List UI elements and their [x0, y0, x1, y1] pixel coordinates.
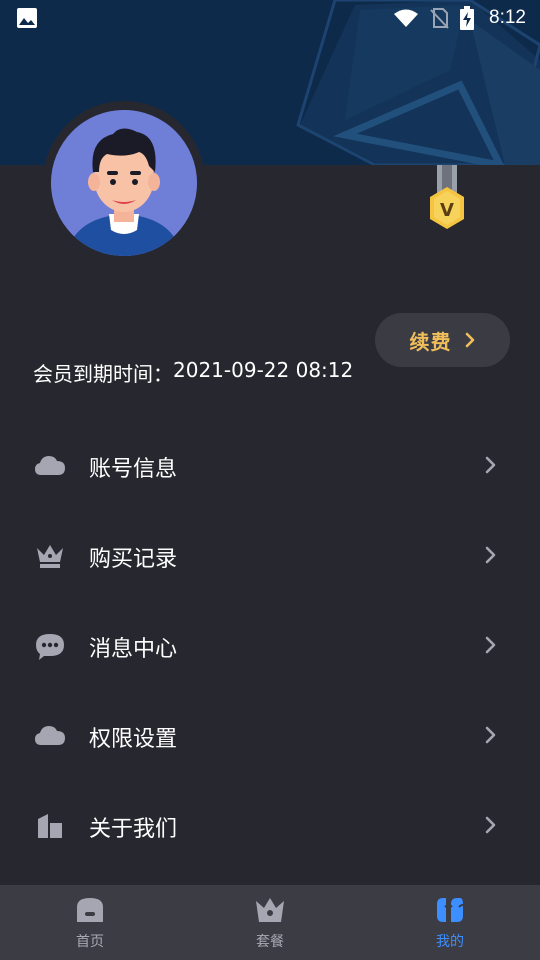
home-icon — [77, 898, 103, 922]
expiry-value: 2021-09-22 08:12 — [173, 358, 354, 382]
chevron-right-icon — [485, 816, 496, 834]
menu-item-account-info[interactable]: 账号信息 — [0, 420, 540, 510]
vip-badge-letter: V — [440, 200, 454, 221]
crown-icon — [256, 898, 284, 922]
crown-icon — [37, 545, 63, 568]
menu-item-about-us[interactable]: 关于我们 — [0, 780, 540, 870]
avatar[interactable] — [51, 110, 197, 256]
tab-packages[interactable]: 套餐 — [180, 885, 360, 960]
expiry-label: 会员到期时间： — [33, 362, 173, 386]
tab-label: 套餐 — [256, 934, 284, 950]
book-icon — [38, 814, 62, 838]
menu-item-label: 关于我们 — [89, 817, 178, 842]
renew-label: 续费 — [409, 329, 452, 354]
settings-menu: 账号信息 购买记录 消息中心 权限设置 关于我们 — [0, 420, 540, 870]
chevron-right-icon — [485, 456, 496, 474]
renew-button[interactable]: 续费 — [375, 313, 510, 367]
chevron-right-icon — [485, 726, 496, 744]
membership-expiry: 会员到期时间： 2021-09-22 08:12 — [33, 358, 353, 387]
menu-item-purchase-history[interactable]: 购买记录 — [0, 510, 540, 600]
profile-icon — [437, 898, 466, 922]
cloud-icon — [35, 726, 65, 745]
avatar-icon — [51, 110, 197, 256]
menu-item-permission-settings[interactable]: 权限设置 — [0, 690, 540, 780]
vip-medal-icon: V — [430, 165, 464, 229]
status-bar: 8:12 — [0, 0, 540, 36]
tab-mine[interactable]: 我的 — [360, 885, 540, 960]
chat-bubble-icon — [36, 634, 64, 660]
tab-label: 我的 — [436, 934, 464, 950]
status-time: 8:12 — [489, 7, 526, 28]
no-sim-icon — [430, 8, 449, 29]
bottom-tab-bar: 首页 套餐 我的 — [0, 885, 540, 960]
image-icon — [17, 8, 37, 28]
menu-item-label: 账号信息 — [89, 457, 178, 482]
wifi-icon — [394, 9, 419, 27]
chevron-right-icon — [485, 636, 496, 654]
cloud-icon — [35, 456, 65, 475]
battery-charging-icon — [460, 6, 475, 30]
chevron-right-icon — [485, 546, 496, 564]
menu-item-label: 权限设置 — [89, 727, 178, 752]
menu-item-label: 购买记录 — [89, 547, 178, 572]
tab-home[interactable]: 首页 — [0, 885, 180, 960]
tab-label: 首页 — [76, 934, 104, 950]
chevron-right-icon — [465, 332, 474, 348]
status-icons: 8:12 — [393, 5, 526, 31]
menu-item-message-center[interactable]: 消息中心 — [0, 600, 540, 690]
menu-item-label: 消息中心 — [89, 637, 178, 662]
